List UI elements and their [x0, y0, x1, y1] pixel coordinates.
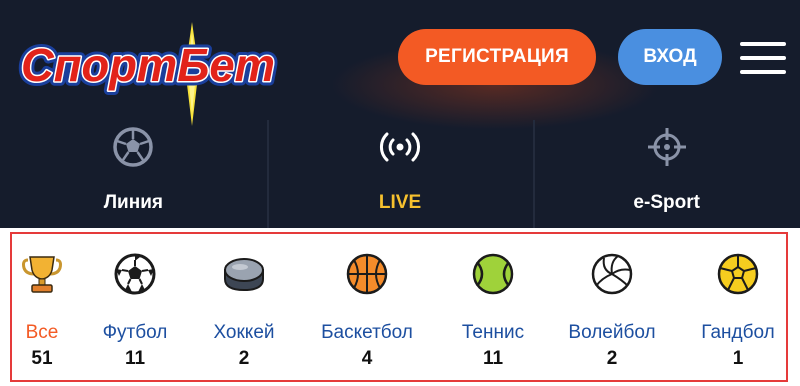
sport-count: 11 — [124, 348, 146, 369]
sport-name: Баскетбол — [321, 322, 413, 343]
sport-count: 1 — [732, 348, 744, 369]
sport-item-football[interactable]: Футбол 11 — [96, 234, 174, 380]
sport-name: Гандбол — [701, 322, 775, 343]
sport-count: 2 — [238, 348, 250, 369]
nav-tabs: Линия LIVE e-Sport — [0, 120, 800, 228]
sports-filter-bar: Все 51 Футбол 11 Хоккей 2 Баскетбол 4 Те… — [10, 232, 788, 382]
sport-item-tennis[interactable]: Теннис 11 — [454, 234, 532, 380]
soccer-ball-icon — [113, 127, 154, 167]
sport-name: Хоккей — [213, 322, 275, 343]
tennis-ball-icon — [472, 253, 514, 295]
tab-label: e-Sport — [633, 192, 700, 213]
sport-item-handball[interactable]: Гандбол 1 — [692, 234, 784, 380]
handball-icon — [717, 253, 759, 295]
sport-name: Все — [25, 322, 59, 343]
hamburger-menu-icon[interactable] — [740, 40, 786, 76]
sport-count: 11 — [482, 348, 504, 369]
tab-label: Линия — [103, 192, 163, 213]
broadcast-icon — [380, 132, 420, 162]
header: СпортБет СпортБет РЕГИСТРАЦИЯ ВХОД Линия — [0, 0, 800, 228]
sport-count: 51 — [31, 348, 53, 369]
tab-esport[interactable]: e-Sport — [533, 120, 800, 228]
sport-name: Волейбол — [568, 322, 656, 343]
sport-item-all[interactable]: Все 51 — [12, 234, 72, 380]
sport-name: Теннис — [461, 322, 525, 343]
sportbet-logo[interactable]: СпортБет СпортБет — [14, 18, 284, 130]
sport-count: 2 — [606, 348, 618, 369]
login-button[interactable]: ВХОД — [618, 29, 722, 85]
sport-count: 4 — [361, 348, 373, 369]
tab-live[interactable]: LIVE — [266, 120, 534, 228]
crosshair-icon — [647, 128, 686, 166]
soccer-ball-icon — [114, 253, 156, 295]
hockey-puck-icon — [224, 258, 264, 292]
tab-line[interactable]: Линия — [0, 120, 267, 228]
basketball-icon — [346, 253, 388, 295]
sport-name: Футбол — [102, 322, 168, 343]
sport-item-hockey[interactable]: Хоккей 2 — [202, 234, 286, 380]
sport-item-basketball[interactable]: Баскетбол 4 — [310, 234, 424, 380]
register-button[interactable]: РЕГИСТРАЦИЯ — [398, 29, 596, 85]
sport-item-volleyball[interactable]: Волейбол 2 — [560, 234, 664, 380]
volleyball-icon — [591, 253, 633, 295]
logo-text: СпортБет — [21, 39, 275, 91]
tab-label: LIVE — [378, 192, 422, 213]
trophy-icon — [22, 256, 62, 293]
